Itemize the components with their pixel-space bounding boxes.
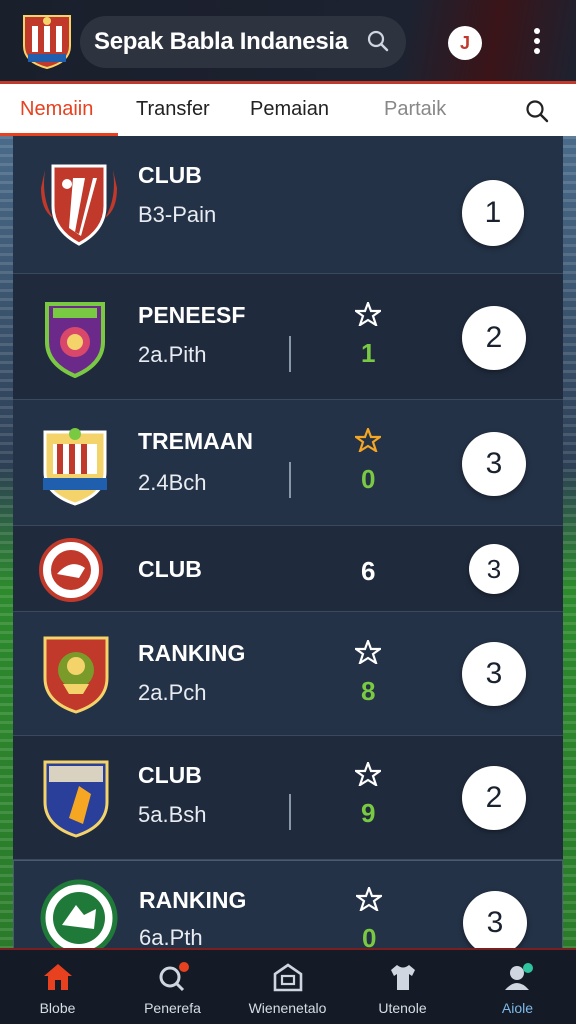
app-header: Sepak Babla Indanesia J [0,0,576,84]
club-subtitle: 6a.Pth [139,925,203,948]
club-subtitle: 5a.Bsh [138,802,207,827]
more-options-icon[interactable] [528,28,546,58]
rank-badge: 2 [462,306,526,370]
red-shield-crest [41,164,117,246]
club-name: PENEESF [138,302,246,328]
club-subtitle: 2a.Pch [138,680,207,705]
club-name: RANKING [139,887,247,913]
search-icon[interactable] [366,29,390,53]
blue-shield-crest [43,760,109,838]
search-bell-icon [159,962,189,992]
club-row[interactable]: PENEESF 2a.Pith 1 2 [13,274,563,400]
tab-bar: Nemaiin Transfer Pemaian Partaik [0,84,576,136]
club-score: 0 [362,923,377,948]
nav-label: Blobe [39,1000,76,1016]
tab-transfer[interactable]: Transfer [136,84,210,136]
tab-nemaiin[interactable]: Nemaiin [20,84,93,136]
nav-label: Utenole [378,1000,427,1016]
star-icon [355,428,381,452]
nav-item-blobe[interactable]: Blobe [0,950,115,1024]
stadium-background-left [0,136,14,956]
rank-badge: 3 [463,891,527,948]
club-row[interactable]: RANKING 2a.Pch 8 3 [13,612,563,736]
rank-badge: 3 [462,432,526,496]
purple-shield-crest [45,302,105,378]
club-name: CLUB [138,762,202,788]
green-round-crest [40,879,118,948]
star-icon [355,640,381,664]
rank-badge: 3 [469,544,519,594]
club-name: CLUB [138,162,202,188]
app-title: Sepak Babla Indanesia [94,28,348,55]
rank-badge: 2 [462,766,526,830]
star-icon [356,887,382,911]
club-row[interactable]: RANKING 6a.Pth 0 3 [13,860,563,948]
nav-label: Wienenetalo [248,1000,327,1016]
tab-partaik[interactable]: Partaik [384,84,446,136]
federation-crest-logo[interactable] [20,10,74,70]
nav-item-penerefa[interactable]: Penerefa [115,950,230,1024]
club-score: 1 [361,338,376,368]
nav-label: Aiole [501,1000,534,1016]
club-row[interactable]: CLUB 6 3 [13,526,563,612]
striped-crest [43,428,107,506]
club-score: 8 [361,676,376,706]
club-row[interactable]: CLUB 5a.Bsh 9 2 [13,736,563,860]
club-score: 9 [361,798,376,828]
club-subtitle: 2.4Bch [138,470,207,495]
club-name: RANKING [138,640,246,666]
tab-pemaian[interactable]: Pemaian [250,84,329,136]
club-subtitle: 2a.Pith [138,342,207,367]
nav-item-aiole[interactable]: Aiole [460,950,575,1024]
club-row[interactable]: TREMAAN 2.4Bch 0 3 [13,400,563,526]
search-icon[interactable] [524,98,550,124]
shirt-icon [391,965,415,990]
user-avatar[interactable]: J [448,26,482,60]
rank-badge: 1 [462,180,524,246]
search-bar[interactable]: Sepak Babla Indanesia [80,16,406,68]
club-subtitle: B3-Pain [138,202,217,227]
row-divider [289,794,291,830]
nav-label: Penerefa [144,1000,201,1016]
rank-badge: 3 [462,642,526,706]
club-name: CLUB [138,556,202,582]
bottom-navigation: Blobe Penerefa Wienenetalo Utenole Aiole [0,948,576,1024]
club-ranking-list: CLUB B3-Pain 1 PENEESF 2a.Pith 1 2 TREMA… [13,136,563,948]
stadium-icon [273,963,303,992]
stadium-background-right [562,136,576,956]
nav-item-utenole[interactable]: Utenole [345,950,460,1024]
home-icon [44,964,72,990]
club-row[interactable]: CLUB B3-Pain 1 [13,136,563,274]
profile-icon [505,963,533,990]
lion-crest [43,636,109,714]
star-icon [355,762,381,786]
round-red-crest [39,538,103,602]
row-divider [289,336,291,372]
club-name: TREMAAN [138,428,253,454]
star-icon [355,302,381,326]
club-score: 0 [361,464,376,494]
club-score: 6 [361,556,376,586]
nav-item-wienenetalo[interactable]: Wienenetalo [230,950,345,1024]
row-divider [289,462,291,498]
